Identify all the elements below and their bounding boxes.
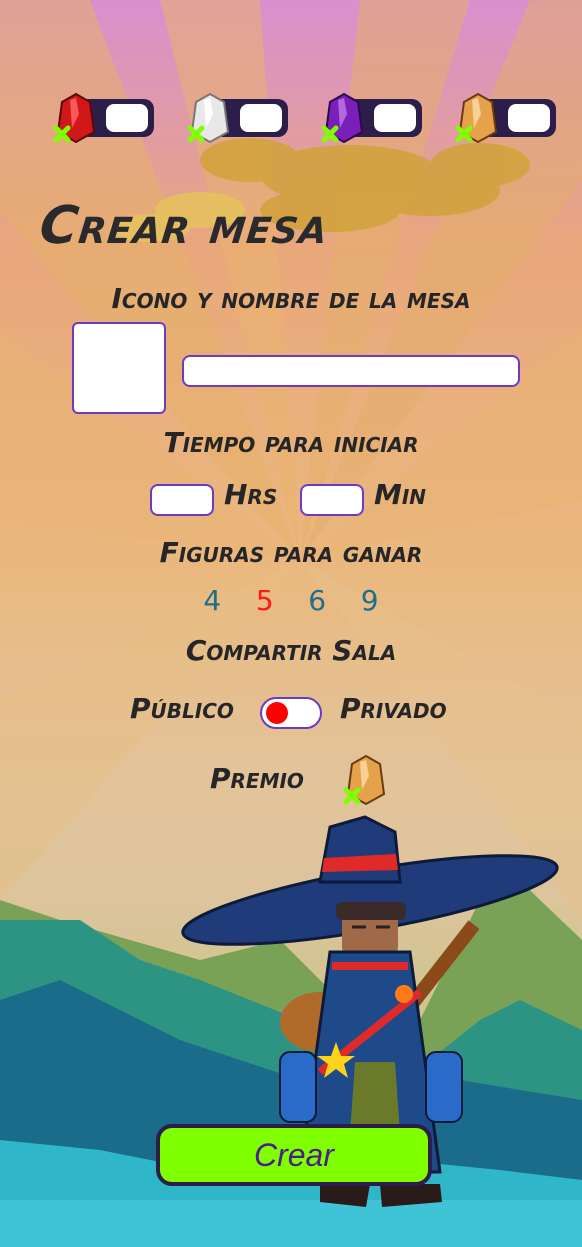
resource-count [374, 104, 416, 132]
public-private-toggle[interactable] [260, 697, 322, 729]
toggle-knob [266, 702, 288, 724]
figure-option-6[interactable]: 6 [293, 584, 341, 617]
icon-name-label: Icono y nombre de la mesa [111, 282, 471, 315]
prize-row: Premio [0, 750, 582, 810]
purple-gem-icon [321, 92, 364, 144]
page-title: Crear mesa [36, 196, 332, 256]
figures-selector: 4 5 6 9 [0, 584, 582, 617]
resource-count [240, 104, 282, 132]
share-room-label: Compartir Sala [185, 634, 397, 667]
private-label: Privado [340, 692, 447, 725]
resource-gold [442, 88, 560, 148]
start-time-label: Tiempo para iniciar [163, 426, 419, 459]
red-gem-icon [53, 92, 96, 144]
resource-red [40, 88, 158, 148]
resource-count [508, 104, 550, 132]
resource-purple [308, 88, 426, 148]
public-label: Público [130, 692, 234, 725]
minutes-unit-label: Min [374, 478, 427, 511]
prize-label: Premio [210, 762, 304, 795]
create-button[interactable]: Crear [156, 1124, 432, 1186]
share-toggle-row: Público Privado [0, 692, 582, 736]
resource-white [174, 88, 292, 148]
figure-option-4[interactable]: 4 [188, 584, 236, 617]
hours-input[interactable] [150, 484, 214, 516]
figures-label: Figuras para ganar [159, 536, 423, 569]
gold-gem-icon [455, 92, 498, 144]
resource-bar [40, 88, 560, 148]
minutes-input[interactable] [300, 484, 364, 516]
white-gem-icon [187, 92, 230, 144]
gold-gem-icon[interactable] [336, 750, 396, 810]
resource-count [106, 104, 148, 132]
figure-option-9[interactable]: 9 [346, 584, 394, 617]
hours-unit-label: Hrs [224, 478, 278, 511]
table-icon-picker[interactable] [72, 322, 166, 414]
figure-option-5[interactable]: 5 [241, 584, 289, 617]
table-name-input[interactable] [182, 355, 520, 387]
